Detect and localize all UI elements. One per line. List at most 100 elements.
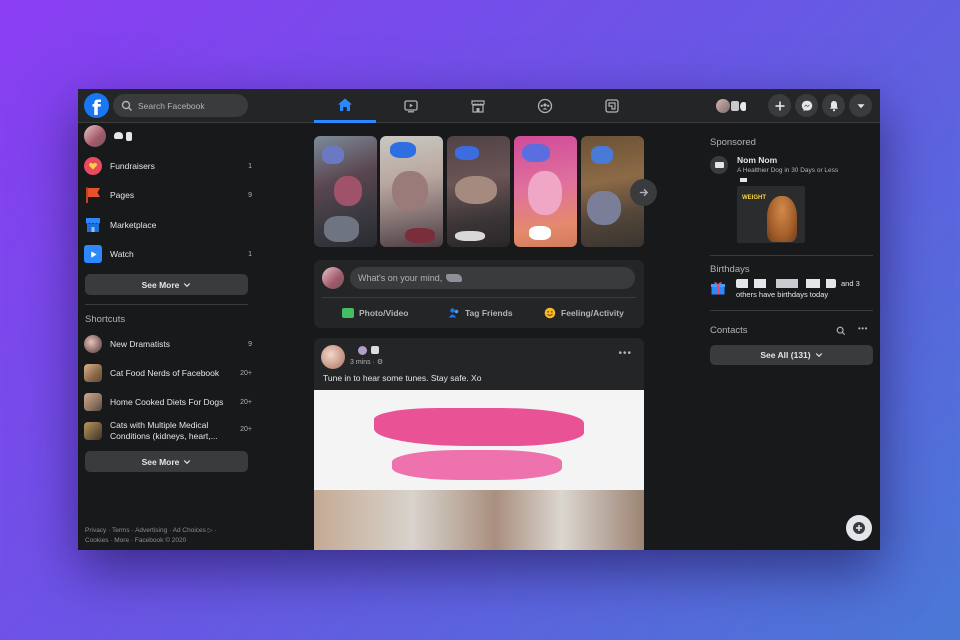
shortcut-item[interactable]: New Dramatists 9 bbox=[84, 331, 252, 357]
story-card[interactable] bbox=[380, 136, 443, 247]
post-timestamp[interactable]: 3 mins · ⚙ bbox=[350, 358, 383, 366]
footer-links[interactable]: Privacy · Terms · Advertising · Ad Choic… bbox=[85, 526, 245, 546]
more-options-icon[interactable]: ••• bbox=[618, 348, 632, 359]
feed-post: 3 mins · ⚙ ••• Tune in to hear some tune… bbox=[314, 338, 644, 550]
search-input[interactable] bbox=[138, 100, 238, 111]
composer-divider bbox=[322, 297, 636, 298]
avatar bbox=[716, 99, 730, 113]
photo-video-button[interactable]: Photo/Video bbox=[342, 304, 408, 322]
shortcut-item[interactable]: Cat Food Nerds of Facebook 20+ bbox=[84, 360, 252, 386]
story-blur bbox=[324, 216, 359, 242]
heart-coin-icon bbox=[84, 157, 102, 175]
facebook-logo[interactable]: f bbox=[84, 93, 109, 118]
shortcuts-see-more-button[interactable]: See More bbox=[85, 451, 248, 472]
shortcut-label: Home Cooked Diets For Dogs bbox=[110, 397, 224, 407]
tag-friends-button[interactable]: Tag Friends bbox=[448, 304, 513, 322]
avatar bbox=[322, 267, 344, 289]
tab-groups[interactable] bbox=[514, 89, 576, 123]
avatar bbox=[84, 125, 106, 147]
sidebar-item-label: Fundraisers bbox=[110, 161, 155, 171]
account-menu-button[interactable] bbox=[849, 94, 872, 117]
profile-row[interactable] bbox=[84, 123, 252, 149]
image-blur bbox=[314, 490, 644, 550]
sidebar-item-fundraisers[interactable]: Fundraisers 1 bbox=[84, 153, 252, 179]
story-blur bbox=[455, 146, 479, 160]
story-blur bbox=[528, 171, 562, 215]
footer-line[interactable]: Cookies · More · Facebook © 2020 bbox=[85, 536, 245, 546]
see-more-label: See More bbox=[141, 456, 180, 467]
flag-icon bbox=[84, 186, 102, 204]
chevron-down-icon bbox=[815, 353, 822, 358]
sidebar-item-marketplace[interactable]: Marketplace bbox=[84, 212, 252, 238]
home-icon bbox=[338, 98, 352, 111]
ad-image-caption-scribble bbox=[740, 178, 747, 182]
create-button[interactable] bbox=[768, 94, 791, 117]
story-card[interactable] bbox=[514, 136, 577, 247]
search-icon[interactable] bbox=[836, 326, 846, 336]
play-icon bbox=[84, 245, 102, 263]
post-image[interactable] bbox=[314, 390, 644, 550]
contacts-options-icon[interactable]: ••• bbox=[858, 324, 868, 333]
composer-input[interactable]: What's on your mind, bbox=[350, 267, 635, 289]
profile-shortcut[interactable] bbox=[716, 96, 760, 116]
chevron-down-icon bbox=[184, 282, 191, 287]
profile-name-scribble bbox=[114, 131, 132, 141]
story-blur bbox=[455, 231, 485, 241]
search-box[interactable] bbox=[113, 94, 248, 117]
ad-image[interactable]: WEIGHT bbox=[737, 186, 805, 243]
sidebar-divider bbox=[710, 255, 873, 256]
story-blur bbox=[587, 191, 621, 225]
groups-icon bbox=[537, 98, 553, 114]
poster-name-scribble bbox=[358, 346, 388, 355]
birthday-notice[interactable]: and 3 others have birthdays today bbox=[710, 277, 875, 303]
messenger-button[interactable] bbox=[795, 94, 818, 117]
name-scribble bbox=[446, 274, 463, 282]
story-blur bbox=[591, 146, 613, 164]
birthday-line2: others have birthdays today bbox=[736, 290, 829, 299]
story-blur bbox=[392, 171, 428, 211]
sponsored-ad[interactable]: Nom Nom A Healthier Dog in 30 Days or Le… bbox=[710, 153, 875, 245]
smile-icon bbox=[544, 307, 556, 319]
footer-line[interactable]: Privacy · Terms · Advertising · Ad Choic… bbox=[85, 526, 245, 536]
story-blur bbox=[322, 146, 344, 164]
sidebar-item-count: 1 bbox=[248, 250, 252, 258]
notifications-button[interactable] bbox=[822, 94, 845, 117]
feeling-activity-button[interactable]: Feeling/Activity bbox=[544, 304, 624, 322]
stories-next-button[interactable] bbox=[630, 179, 657, 206]
see-all-contacts-button[interactable]: See All (131) bbox=[710, 345, 873, 365]
sponsored-title: Sponsored bbox=[710, 137, 756, 148]
tab-home[interactable] bbox=[314, 89, 376, 123]
see-more-button[interactable]: See More bbox=[85, 274, 248, 295]
names-scribble bbox=[736, 279, 836, 288]
post-text: Tune in to hear some tunes. Stay safe. X… bbox=[323, 373, 482, 383]
plus-icon bbox=[775, 101, 784, 110]
group-thumbnail bbox=[84, 364, 102, 382]
action-label: Tag Friends bbox=[465, 308, 513, 318]
shortcut-label: Cats with Multiple Medical Conditions (k… bbox=[110, 420, 218, 441]
new-message-button[interactable] bbox=[846, 515, 872, 541]
story-card[interactable] bbox=[447, 136, 510, 247]
sidebar-item-watch[interactable]: Watch 1 bbox=[84, 241, 252, 267]
see-all-label: See All (131) bbox=[760, 350, 811, 360]
shortcut-item[interactable]: Cats with Multiple Medical Conditions (k… bbox=[84, 418, 252, 446]
avatar bbox=[321, 345, 345, 369]
avatar-scribble bbox=[740, 101, 746, 111]
story-blur bbox=[390, 142, 416, 158]
shortcut-item[interactable]: Home Cooked Diets For Dogs 20+ bbox=[84, 389, 252, 415]
watch-icon bbox=[404, 100, 418, 113]
dog-illustration bbox=[767, 196, 797, 242]
story-card[interactable] bbox=[314, 136, 377, 247]
marketplace-icon bbox=[471, 100, 485, 113]
tab-gaming[interactable] bbox=[581, 89, 643, 123]
caret-down-icon bbox=[857, 103, 864, 108]
left-sidebar: Fundraisers 1 Pages 9 Marketplace Watch … bbox=[78, 123, 258, 550]
tab-marketplace[interactable] bbox=[447, 89, 509, 123]
advertiser-name: Nom Nom bbox=[737, 155, 778, 165]
shortcut-count: 9 bbox=[248, 340, 252, 348]
ad-tagline: A Healthier Dog in 30 Days or Less bbox=[737, 167, 839, 174]
tab-watch[interactable] bbox=[380, 89, 442, 123]
contacts-title: Contacts bbox=[710, 325, 748, 336]
advertiser-logo bbox=[710, 156, 728, 174]
search-icon bbox=[121, 100, 132, 111]
sidebar-item-pages[interactable]: Pages 9 bbox=[84, 182, 252, 208]
